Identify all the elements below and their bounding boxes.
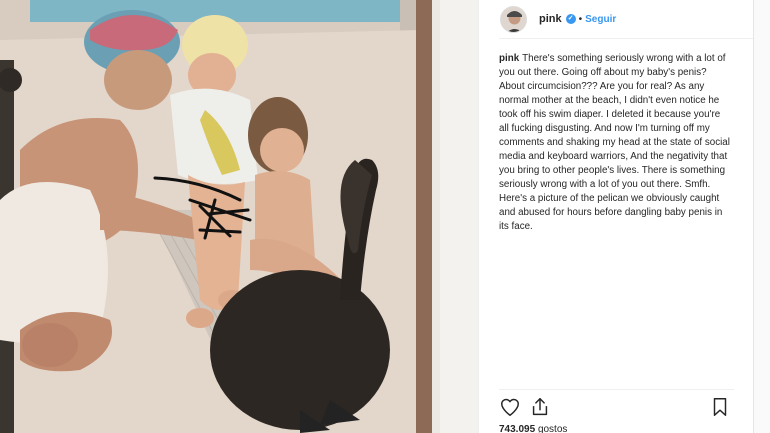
- save-button[interactable]: [709, 396, 731, 418]
- header-divider: [499, 38, 754, 39]
- follow-button[interactable]: Seguir: [585, 14, 616, 25]
- post-photo[interactable]: [0, 0, 478, 433]
- instagram-post: pink ✓ • Seguir pink There's something se…: [0, 0, 770, 433]
- bookmark-icon: [713, 398, 727, 416]
- author-username[interactable]: pink: [539, 13, 562, 25]
- verified-badge-icon: ✓: [565, 14, 576, 24]
- likes-counter[interactable]: 743.095 gostos: [499, 424, 567, 433]
- photo-illustration: [0, 0, 478, 433]
- post-header: pink ✓ • Seguir: [479, 0, 754, 38]
- likes-label: gostos: [537, 424, 568, 433]
- likes-count: 743.095: [499, 424, 536, 433]
- caption-text: There's something seriously wrong with a…: [499, 53, 730, 232]
- like-button[interactable]: [499, 396, 521, 418]
- avatar-image: [501, 6, 526, 32]
- post-sidebar: pink ✓ • Seguir pink There's something se…: [478, 0, 754, 433]
- caption-username[interactable]: pink: [499, 53, 519, 64]
- actions-divider: [499, 389, 734, 390]
- share-icon: [532, 398, 548, 416]
- post-caption: pink There's something seriously wrong wi…: [499, 52, 732, 234]
- page-background-strip: [753, 0, 770, 433]
- action-bar: [499, 396, 734, 420]
- share-button[interactable]: [529, 396, 551, 418]
- separator-dot: •: [578, 13, 583, 25]
- heart-icon: [501, 398, 519, 416]
- avatar[interactable]: [500, 5, 527, 33]
